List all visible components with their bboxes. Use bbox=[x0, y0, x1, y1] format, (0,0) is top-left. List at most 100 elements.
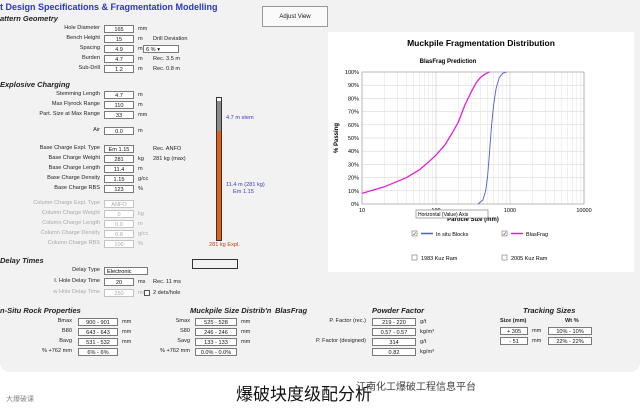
column-charge-label: Column Charge Weight bbox=[41, 210, 100, 216]
explosive-input[interactable]: 110 bbox=[104, 101, 134, 109]
pattern-label: Bench Height bbox=[66, 35, 100, 41]
pattern-note: Drill Deviation bbox=[153, 36, 188, 42]
pattern-label: Burden bbox=[81, 55, 100, 61]
drill-deviation-select[interactable]: 6 % ▾ bbox=[143, 45, 179, 53]
delay-type-select[interactable]: Electronic bbox=[104, 267, 148, 275]
stem-label: 4.7 m stem bbox=[226, 115, 254, 121]
chart-subtitle: BlasFrag Prediction bbox=[420, 59, 477, 65]
muckpile-value: 0.0% - 0.0% bbox=[195, 348, 237, 356]
tracking-wt-value: 10% - 10% bbox=[548, 327, 592, 335]
explosive-input[interactable]: 123 bbox=[104, 185, 134, 193]
tracking-size-col: Size (mm) bbox=[500, 318, 527, 324]
footer-caption-area: 大爆破课 爆破块度级配分析 江南化工爆破工程信息平台 bbox=[0, 372, 640, 414]
explosive-input[interactable]: 0.0 bbox=[104, 127, 134, 135]
pattern-unit: m bbox=[138, 36, 143, 42]
hole-delay-rec: Rec. 11 ms bbox=[153, 279, 181, 285]
x-tick-label: 1000 bbox=[504, 208, 516, 214]
explosive-input[interactable]: 33 bbox=[104, 111, 134, 119]
pattern-label: Hole Diameter bbox=[64, 25, 100, 31]
insitu-unit: mm bbox=[122, 339, 132, 345]
pattern-input[interactable]: 15 bbox=[104, 35, 134, 43]
powder-value: 314 bbox=[372, 338, 416, 346]
powder-factor-heading: Powder Factor bbox=[372, 306, 425, 315]
explosive-label: Part. Size at Max Range bbox=[39, 111, 100, 117]
legend-checkbox bbox=[501, 254, 508, 261]
explosive-label: Air bbox=[93, 127, 100, 133]
muckpile-label: S80 bbox=[180, 328, 190, 334]
insitu-heading: n-Situ Rock Properties bbox=[0, 306, 81, 315]
pattern-input[interactable]: 4.7 bbox=[104, 55, 134, 63]
legend-label: In situ Blocks bbox=[436, 232, 469, 238]
muckpile-value: 246 - 246 bbox=[195, 328, 237, 336]
muckpile-unit: mm bbox=[241, 339, 251, 345]
charge-fill bbox=[217, 131, 221, 240]
column-charge-label: Column Charge RBS bbox=[47, 240, 100, 246]
footer-watermark-right: 江南化工爆破工程信息平台 bbox=[356, 382, 476, 393]
column-charge-input[interactable]: 100 bbox=[104, 240, 134, 248]
insitu-value: 643 - 643 bbox=[78, 328, 118, 336]
muckpile-label: % +762 mm bbox=[159, 348, 190, 354]
tracking-wt-value: 22% - 22% bbox=[548, 337, 592, 345]
column-charge-input[interactable]: 0 bbox=[104, 210, 134, 218]
explosive-input[interactable]: Em 1.15 bbox=[104, 145, 134, 153]
drill-deviation-value: 6 % bbox=[146, 47, 156, 53]
stem-fill bbox=[217, 101, 221, 131]
explosive-label: Base Charge Weight bbox=[48, 155, 100, 161]
explosive-input[interactable]: 1.15 bbox=[104, 175, 134, 183]
column-charge-input[interactable]: ANFO bbox=[104, 200, 134, 208]
blasfrag-heading: BlasFrag bbox=[275, 306, 308, 315]
footer-watermark-left: 大爆破课 bbox=[6, 396, 34, 403]
explosive-note: Rec. ANFO bbox=[153, 146, 182, 152]
dets-per-hole-label: 2 dets/hole bbox=[153, 290, 181, 296]
explosive-label: Max Flyrock Range bbox=[51, 101, 100, 107]
y-tick-label: 80% bbox=[348, 96, 359, 102]
legend-checkbox bbox=[411, 254, 418, 261]
powder-value: 0.57 - 0.57 bbox=[372, 328, 416, 336]
x-tick-label: 10000 bbox=[576, 208, 591, 214]
column-charge-input[interactable]: 0.8 bbox=[104, 230, 134, 238]
column-charge-unit: % bbox=[138, 241, 143, 247]
tracking-size-input[interactable]: + 305 bbox=[500, 327, 528, 335]
powder-unit: g/t bbox=[420, 339, 427, 345]
insitu-label: Bavg bbox=[59, 338, 72, 344]
delay-type-label: Delay Type bbox=[72, 267, 100, 273]
muckpile-label: Smax bbox=[175, 318, 190, 324]
explosive-label: Base Charge Expl. Type bbox=[39, 145, 100, 151]
column-charge-label: Column Charge Length bbox=[42, 220, 100, 226]
hole-delay-input[interactable]: 20 bbox=[104, 278, 134, 286]
pattern-input[interactable]: 4.9 bbox=[104, 45, 134, 53]
row-delay-input[interactable]: 250 bbox=[104, 289, 134, 297]
pattern-label: Spacing bbox=[79, 45, 100, 51]
y-tick-label: 90% bbox=[348, 83, 359, 89]
legend-check-mark: ✓ bbox=[413, 231, 417, 237]
tracking-size-input[interactable]: - 51 bbox=[500, 337, 528, 345]
insitu-unit: mm bbox=[122, 329, 132, 335]
explosive-label: Base Charge Length bbox=[48, 165, 100, 171]
pattern-input[interactable]: 1.2 bbox=[104, 65, 134, 73]
row-delay-label: w Hole Delay Time bbox=[53, 289, 100, 295]
dets-per-hole-checkbox[interactable] bbox=[144, 290, 150, 296]
explosive-unit: m bbox=[138, 92, 143, 98]
y-tick-label: 100% bbox=[345, 70, 359, 76]
muckpile-unit: mm bbox=[241, 329, 251, 335]
legend-label: 1983 Kuz Ram bbox=[421, 256, 458, 262]
explosive-input[interactable]: 11.4 bbox=[104, 165, 134, 173]
pattern-input[interactable]: 165 bbox=[104, 25, 134, 33]
column-charge-label: Column Charge Expl. Type bbox=[33, 200, 100, 206]
muckpile-value: 133 - 133 bbox=[195, 338, 237, 346]
explosive-input[interactable]: 4.7 bbox=[104, 91, 134, 99]
explosive-label: Stemming Length bbox=[56, 91, 100, 97]
tracking-size-unit: mm bbox=[532, 328, 542, 334]
spreadsheet-window: t Design Specifications & Fragmentation … bbox=[0, 0, 640, 372]
column-charge-unit: m bbox=[138, 221, 143, 227]
fragmentation-chart[interactable]: Muckpile Fragmentation Distribution BlasF… bbox=[328, 32, 634, 272]
adjust-view-button[interactable]: Adjust View bbox=[262, 6, 328, 27]
charge-type-label: Em 1.15 bbox=[233, 189, 254, 195]
explosive-label: Base Charge RBS bbox=[54, 185, 100, 191]
pattern-unit: m bbox=[138, 66, 143, 72]
explosive-input[interactable]: 281 bbox=[104, 155, 134, 163]
column-charge-input[interactable]: 0.0 bbox=[104, 220, 134, 228]
legend-check-mark: ✓ bbox=[503, 231, 507, 237]
explosive-unit: m bbox=[138, 166, 143, 172]
legend-label: 2005 Kuz Ram bbox=[511, 256, 548, 262]
